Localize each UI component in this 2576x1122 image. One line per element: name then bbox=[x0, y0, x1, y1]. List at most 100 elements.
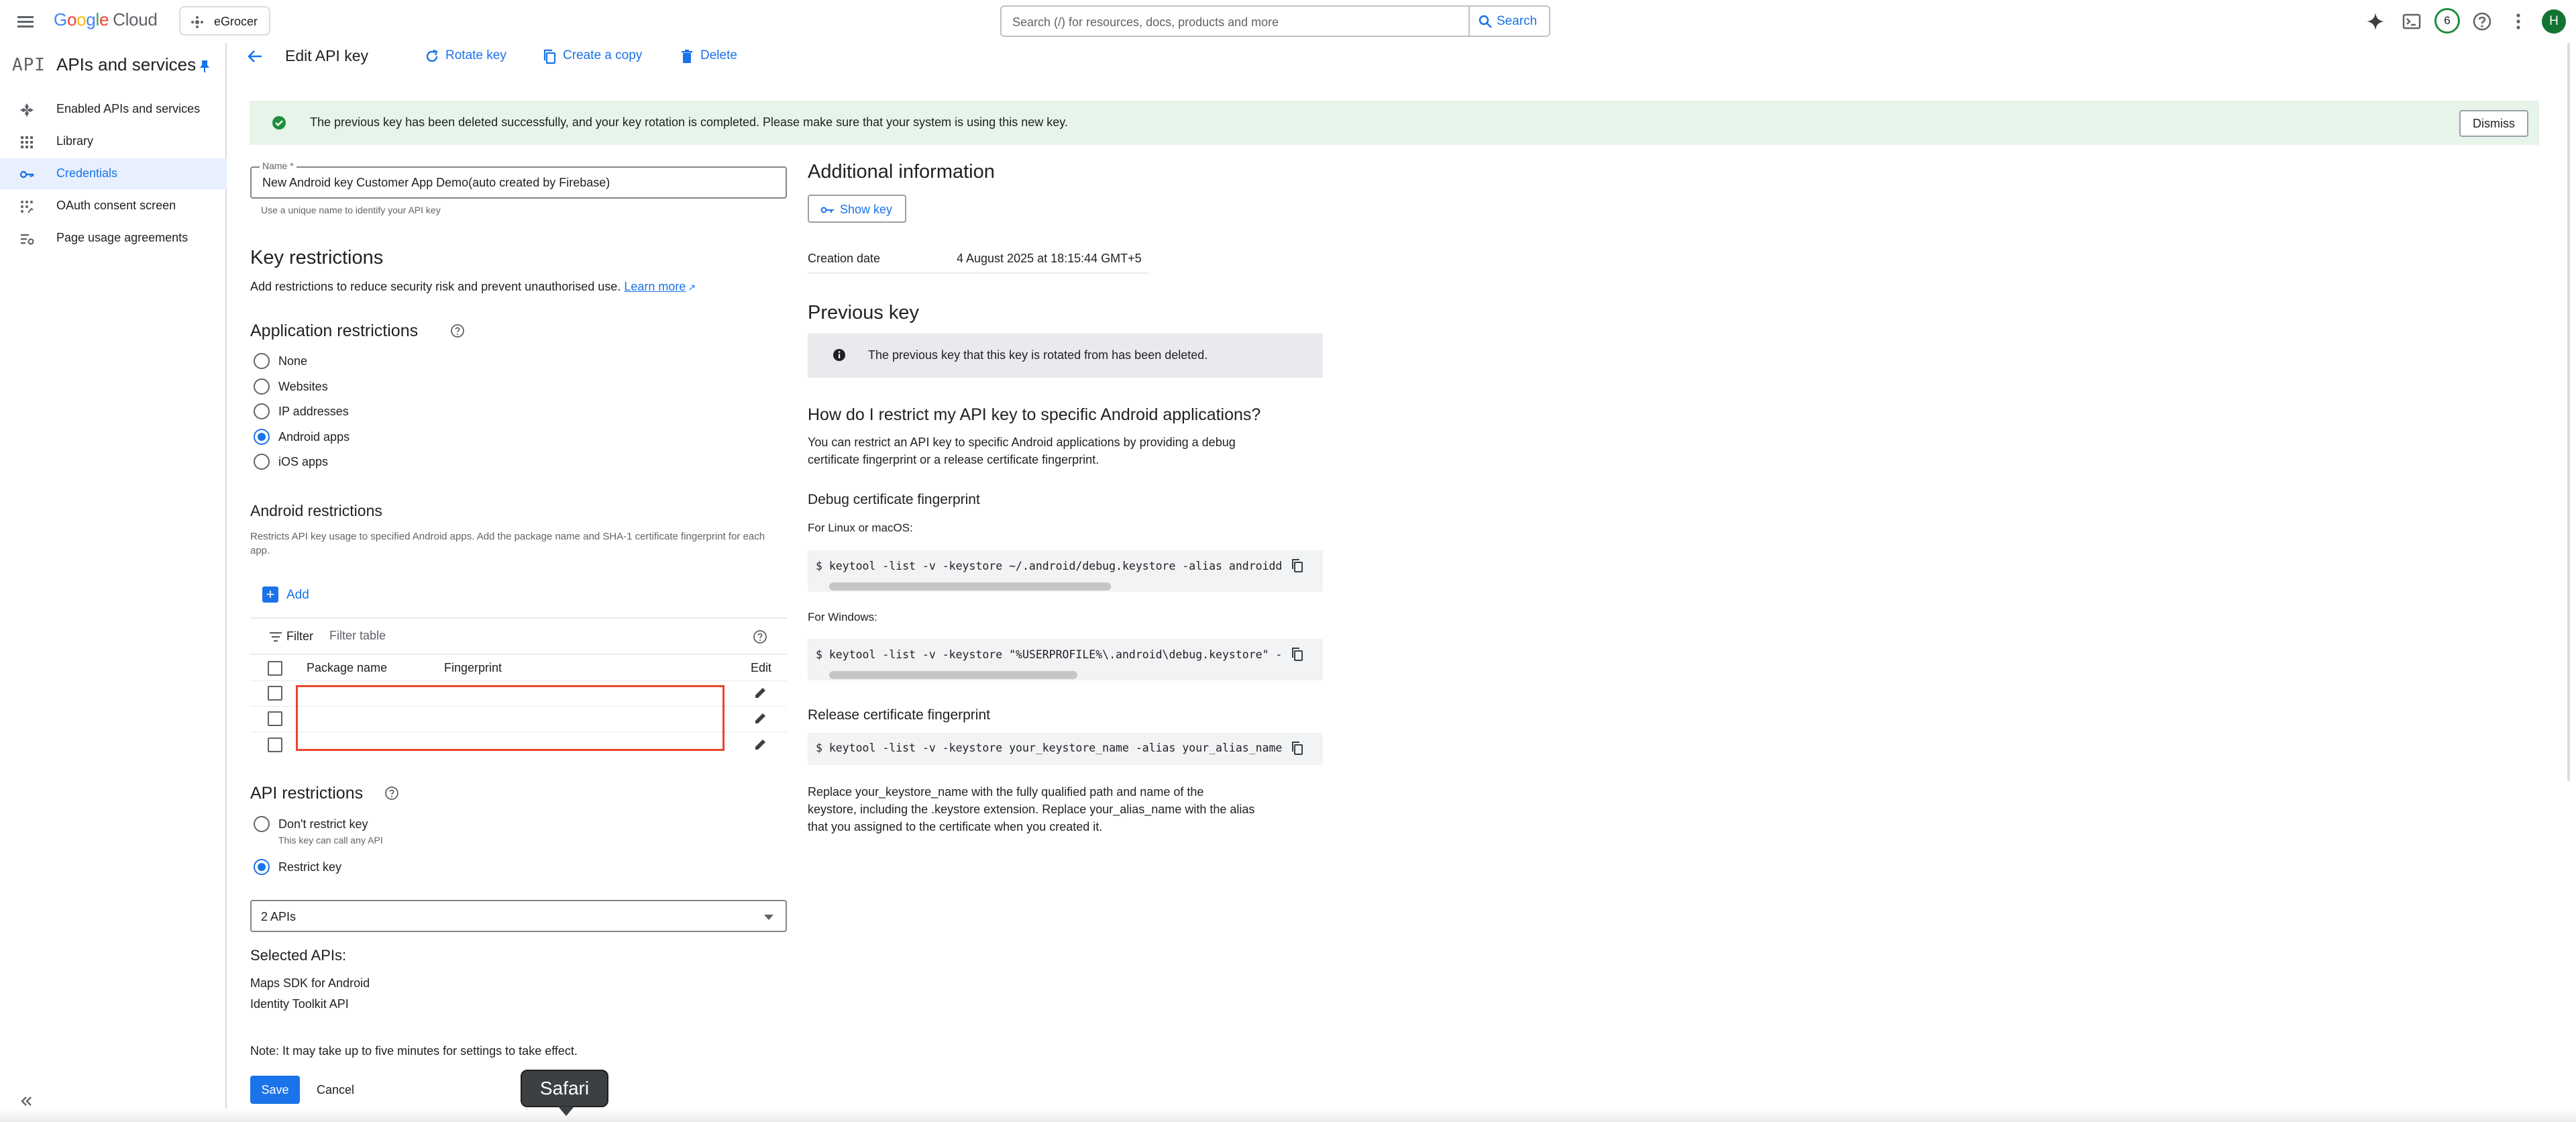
selected-api-item: Maps SDK for Android bbox=[250, 976, 370, 990]
name-field-label: Name * bbox=[260, 160, 297, 171]
rotate-icon bbox=[426, 49, 438, 62]
oauth-icon bbox=[21, 201, 34, 213]
show-key-button[interactable]: Show key bbox=[808, 195, 906, 223]
banner-message: The previous key has been deleted succes… bbox=[310, 115, 1068, 129]
previous-key-heading: Previous key bbox=[808, 302, 920, 323]
save-button[interactable]: Save bbox=[250, 1076, 300, 1104]
filter-label: Filter bbox=[286, 629, 313, 643]
row-checkbox[interactable] bbox=[268, 737, 282, 752]
notifications-badge[interactable]: 6 bbox=[2434, 8, 2460, 34]
radio-dont-restrict[interactable] bbox=[254, 816, 270, 832]
release-command: $ keytool -list -v -keystore your_keysto… bbox=[816, 742, 1282, 754]
logo-letter: g bbox=[86, 9, 96, 30]
column-help-icon[interactable] bbox=[753, 629, 767, 644]
edit-pencil-icon[interactable] bbox=[753, 685, 768, 700]
android-restrictions-heading: Android restrictions bbox=[250, 502, 382, 519]
replace-paragraph: Replace your_keystore_name with the full… bbox=[808, 783, 1318, 835]
logo-letter: e bbox=[99, 9, 109, 30]
filter-table-input[interactable] bbox=[328, 628, 666, 644]
row-checkbox[interactable] bbox=[268, 711, 282, 726]
help-icon[interactable] bbox=[2471, 11, 2493, 32]
cancel-button[interactable]: Cancel bbox=[317, 1076, 354, 1104]
google-cloud-logo[interactable]: Google Cloud bbox=[54, 9, 158, 30]
column-header-package[interactable]: Package name bbox=[307, 661, 387, 675]
previous-key-notice-text: The previous key that this key is rotate… bbox=[868, 348, 1208, 362]
main-menu-icon[interactable] bbox=[15, 11, 36, 32]
more-options-icon[interactable] bbox=[2508, 11, 2529, 32]
dock-tooltip-tail bbox=[558, 1107, 574, 1116]
code-scrollbar[interactable] bbox=[829, 671, 1077, 679]
sidebar-item-enabled-apis[interactable]: Enabled APIs and services bbox=[0, 94, 227, 125]
rotate-key-label: Rotate key bbox=[445, 48, 506, 62]
edit-pencil-icon[interactable] bbox=[753, 737, 768, 752]
pin-icon[interactable] bbox=[199, 59, 211, 74]
radio-android-apps[interactable] bbox=[254, 429, 270, 445]
debug-fingerprint-heading: Debug certificate fingerprint bbox=[808, 492, 980, 507]
sidebar-item-page-usage[interactable]: Page usage agreements bbox=[0, 223, 227, 254]
page-scrollbar[interactable] bbox=[2567, 43, 2570, 781]
windows-label: For Windows: bbox=[808, 611, 877, 623]
project-name: eGrocer bbox=[214, 15, 258, 28]
search-button-label: Search bbox=[1497, 14, 1538, 28]
collapse-sidebar-icon[interactable] bbox=[19, 1093, 35, 1109]
key-icon bbox=[820, 207, 834, 213]
replace-line: that you assigned to the certificate whe… bbox=[808, 820, 1103, 833]
linux-code-block: $ keytool -list -v -keystore ~/.android/… bbox=[808, 550, 1323, 592]
sidebar-item-library[interactable]: Library bbox=[0, 126, 227, 157]
copy-icon[interactable] bbox=[1291, 558, 1305, 574]
radio-restrict-key[interactable] bbox=[254, 859, 270, 875]
create-copy-button[interactable]: Create a copy bbox=[541, 47, 655, 67]
logo-letter: o bbox=[76, 9, 87, 30]
api-restrictions-help-icon[interactable] bbox=[384, 786, 399, 801]
radio-websites[interactable] bbox=[254, 378, 270, 395]
radio-ip-addresses[interactable] bbox=[254, 403, 270, 419]
logo-cloud-text: Cloud bbox=[113, 9, 158, 30]
logo-google-text: Google bbox=[54, 9, 109, 30]
edit-pencil-icon[interactable] bbox=[753, 711, 768, 725]
copy-icon[interactable] bbox=[1291, 741, 1305, 757]
sidebar-item-oauth-consent[interactable]: OAuth consent screen bbox=[0, 191, 227, 221]
sidebar-item-label: Page usage agreements bbox=[56, 231, 189, 244]
creation-date-label: Creation date bbox=[808, 252, 881, 265]
project-picker-button[interactable]: eGrocer bbox=[179, 6, 270, 36]
rotate-key-button[interactable]: Rotate key bbox=[424, 47, 518, 67]
add-icon: + bbox=[262, 586, 278, 603]
external-link-icon: ↗ bbox=[688, 282, 696, 293]
search-button[interactable]: Search bbox=[1468, 7, 1549, 36]
release-code-block: $ keytool -list -v -keystore your_keysto… bbox=[808, 733, 1323, 765]
cloud-shell-icon[interactable] bbox=[2401, 11, 2422, 32]
radio-restrict-key-label: Restrict key bbox=[278, 860, 342, 874]
sidebar-item-credentials[interactable]: Credentials bbox=[0, 158, 227, 189]
row-checkbox[interactable] bbox=[268, 686, 282, 701]
search-input[interactable] bbox=[1011, 13, 1470, 32]
column-header-edit: Edit bbox=[751, 661, 772, 674]
sidebar-item-label: Credentials bbox=[56, 166, 118, 180]
select-all-checkbox[interactable] bbox=[268, 661, 282, 676]
gemini-sparkle-icon[interactable] bbox=[2365, 11, 2386, 32]
radio-ios-label: iOS apps bbox=[278, 455, 329, 468]
name-hint: Use a unique name to identify your API k… bbox=[261, 205, 441, 215]
account-avatar[interactable]: H bbox=[2542, 9, 2566, 34]
settings-note: Note: It may take up to five minutes for… bbox=[250, 1044, 578, 1058]
back-arrow-icon[interactable] bbox=[246, 47, 264, 66]
app-restrictions-help-icon[interactable] bbox=[450, 323, 465, 338]
radio-none[interactable] bbox=[254, 353, 270, 369]
api-logo: API bbox=[12, 55, 46, 75]
redaction-highlight-box bbox=[296, 685, 724, 751]
code-scrollbar[interactable] bbox=[829, 582, 1111, 591]
logo-letter: o bbox=[66, 9, 77, 30]
check-circle-icon bbox=[272, 116, 286, 130]
copy-icon[interactable] bbox=[1291, 647, 1305, 663]
dismiss-button[interactable]: Dismiss bbox=[2459, 110, 2528, 137]
apis-select[interactable]: 2 APIs bbox=[250, 900, 787, 932]
radio-ios-apps[interactable] bbox=[254, 454, 270, 470]
dock-tooltip: Safari bbox=[521, 1070, 608, 1107]
learn-more-link[interactable]: Learn more bbox=[624, 280, 686, 293]
sidebar-item-label: Enabled APIs and services bbox=[56, 102, 201, 115]
name-input[interactable] bbox=[261, 175, 773, 191]
column-header-fingerprint[interactable]: Fingerprint bbox=[444, 661, 502, 675]
delete-button[interactable]: Delete bbox=[679, 47, 753, 67]
table-filter-bar: Filter bbox=[250, 617, 787, 655]
linux-command: $ keytool -list -v -keystore ~/.android/… bbox=[816, 560, 1282, 572]
delete-label: Delete bbox=[700, 48, 737, 62]
